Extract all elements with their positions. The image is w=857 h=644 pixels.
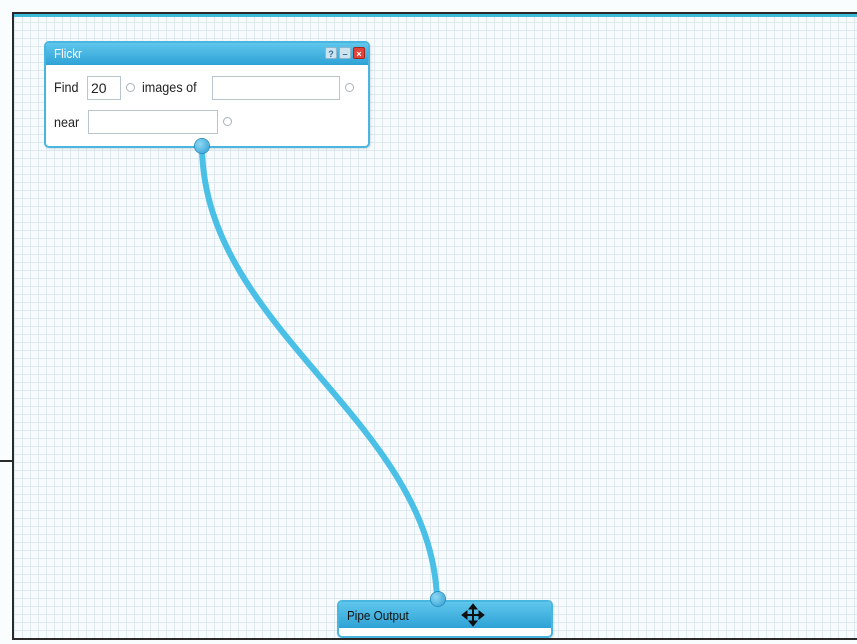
pipe-output-title: Pipe Output — [347, 608, 409, 623]
move-cursor-icon — [461, 603, 485, 627]
near-input[interactable] — [88, 110, 218, 134]
images-of-label: images of — [142, 79, 197, 95]
flickr-module[interactable]: Flickr ? – × Find images of near — [44, 41, 370, 148]
window-controls: ? – × — [325, 47, 365, 59]
module-title: Flickr — [54, 46, 82, 61]
find-count-input[interactable] — [87, 76, 121, 100]
pipe-output-module[interactable]: Pipe Output — [337, 600, 553, 638]
find-label: Find — [54, 79, 79, 95]
close-button[interactable]: × — [353, 47, 365, 59]
images-of-port[interactable] — [345, 83, 354, 92]
images-of-input[interactable] — [212, 76, 340, 100]
frame-divider — [0, 460, 12, 462]
near-label: near — [54, 114, 80, 130]
pipe-output-input-terminal[interactable] — [431, 592, 445, 606]
minimize-button[interactable]: – — [339, 47, 351, 59]
near-port[interactable] — [223, 117, 232, 126]
canvas-top-border — [14, 14, 857, 17]
flickr-module-titlebar[interactable]: Flickr ? – × — [46, 43, 368, 65]
editor-frame: Flickr ? – × Find images of near Pipe Ou… — [0, 0, 857, 644]
flickr-output-terminal[interactable] — [195, 139, 209, 153]
help-button[interactable]: ? — [325, 47, 337, 59]
find-count-port[interactable] — [126, 83, 135, 92]
pipe-output-titlebar[interactable]: Pipe Output — [339, 602, 551, 628]
